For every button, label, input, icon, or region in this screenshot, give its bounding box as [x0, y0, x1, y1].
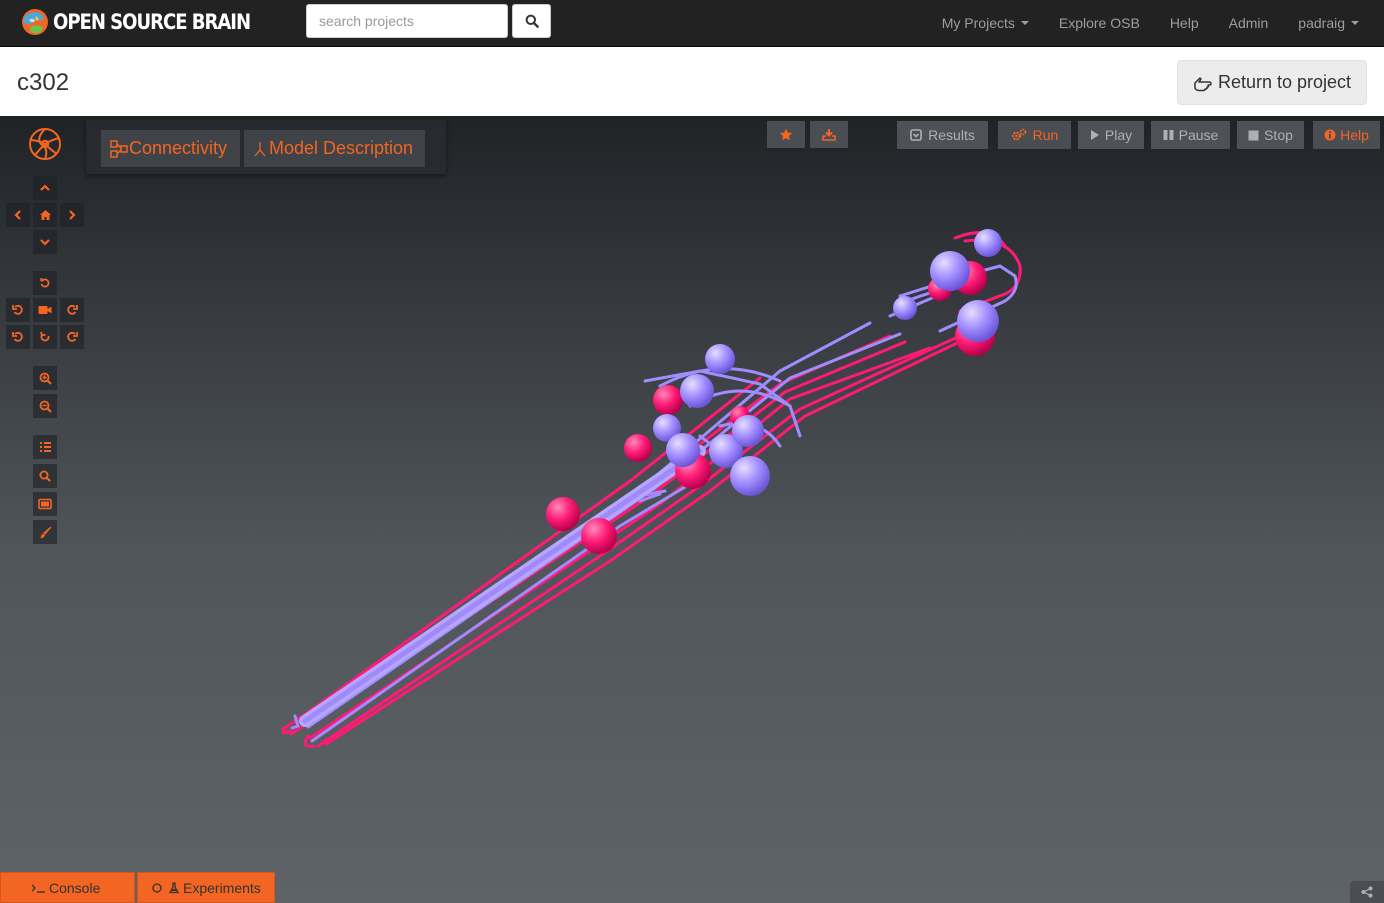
favorite-button[interactable] [767, 121, 805, 148]
cogs-icon [1011, 128, 1026, 141]
tutorial-button[interactable] [33, 492, 57, 516]
rotate-cw-icon [67, 304, 78, 315]
top-navbar: OPEN SOURCE BRAIN My Projects Explore OS… [0, 0, 1384, 47]
download-button[interactable] [810, 121, 848, 148]
help-button[interactable]: Help [1313, 121, 1380, 149]
search-icon [39, 470, 51, 482]
console-tab[interactable]: Console [0, 872, 135, 903]
rotate-icon [40, 278, 50, 288]
osb-logo-icon [29, 128, 61, 160]
inbox-icon [910, 129, 922, 141]
zoom-in-button[interactable] [33, 366, 57, 390]
stop-button[interactable]: Stop [1237, 121, 1304, 149]
stop-icon [1248, 130, 1259, 140]
hand-pointer-icon [1194, 76, 1212, 91]
camera-reset-button[interactable] [33, 298, 57, 322]
terminal-icon [31, 884, 45, 893]
book-icon [38, 498, 52, 510]
rotate-down-button[interactable] [33, 325, 57, 349]
run-button[interactable]: Run [998, 121, 1071, 149]
model-description-label: Model Description [269, 138, 414, 158]
nav-help[interactable]: Help [1155, 15, 1214, 31]
zoom-in-icon [39, 372, 52, 385]
pan-right-button[interactable] [60, 203, 84, 227]
roll-right-button[interactable] [60, 325, 84, 349]
list-icon [39, 442, 51, 452]
search-button[interactable] [512, 4, 551, 38]
paintbrush-icon [39, 526, 51, 538]
rotate-right-button[interactable] [60, 298, 84, 322]
zoom-out-icon [39, 400, 52, 413]
rotate-up-button[interactable] [33, 271, 57, 295]
nav-my-projects[interactable]: My Projects [927, 15, 1044, 31]
run-label: Run [1032, 127, 1059, 143]
help-label: Help [1340, 127, 1369, 143]
share-icon [1361, 886, 1373, 898]
pan-home-button[interactable] [33, 203, 57, 227]
brand[interactable]: OPEN SOURCE BRAIN [20, 6, 282, 38]
stop-label: Stop [1264, 127, 1293, 143]
pan-left-button[interactable] [6, 203, 30, 227]
connectivity-button[interactable]: Connectivity [101, 130, 240, 167]
chevron-left-icon [14, 210, 21, 220]
brand-text: OPEN SOURCE BRAIN [53, 10, 251, 34]
return-to-project-button[interactable]: Return to project [1177, 60, 1367, 105]
info-circle-icon [1324, 129, 1336, 141]
connectivity-icon [110, 139, 128, 158]
caret-down-icon [1020, 21, 1029, 25]
pan-down-button[interactable] [33, 230, 57, 254]
pause-button[interactable]: Pause [1151, 121, 1230, 149]
play-button[interactable]: Play [1078, 121, 1144, 149]
pause-label: Pause [1178, 127, 1219, 143]
play-label: Play [1104, 127, 1133, 143]
roll-left-button[interactable] [6, 325, 30, 349]
paint-button[interactable] [33, 520, 57, 544]
home-icon [39, 210, 51, 220]
brain-globe-logo-icon [22, 9, 48, 35]
viewer-tab-panel: Connectivity Model Description [86, 120, 446, 174]
nav-admin[interactable]: Admin [1214, 15, 1284, 31]
neuron-3d-scene[interactable] [0, 116, 1384, 903]
3d-viewer[interactable]: Connectivity Model Description Results R… [0, 116, 1384, 903]
page-title: c302 [17, 69, 70, 96]
console-label: Console [49, 879, 101, 896]
flask-icon [169, 881, 179, 893]
search-icon [525, 14, 539, 28]
video-camera-icon [38, 306, 52, 314]
rotate-ccw-icon [12, 331, 23, 342]
zoom-out-button[interactable] [33, 394, 57, 418]
page-header: c302 Return to project [0, 47, 1384, 116]
play-icon [1090, 130, 1099, 140]
chevron-right-icon [69, 210, 76, 220]
nav-links: My Projects Explore OSB Help Admin padra… [927, 0, 1374, 46]
list-button[interactable] [33, 435, 57, 459]
nav-user-menu[interactable]: padraig [1283, 15, 1374, 31]
chevron-down-icon [40, 239, 50, 246]
pan-up-button[interactable] [33, 176, 57, 200]
model-description-button[interactable]: Model Description [244, 130, 425, 167]
chevron-up-icon [40, 184, 50, 191]
connectivity-label: Connectivity [129, 138, 228, 158]
download-icon [822, 129, 836, 141]
experiments-label: Experiments [183, 879, 261, 896]
pause-icon [1163, 130, 1174, 140]
results-label: Results [928, 127, 975, 143]
caret-down-icon [1351, 21, 1359, 25]
search-button-viewer[interactable] [33, 464, 57, 488]
rotate-left-button[interactable] [6, 298, 30, 322]
nav-explore-osb[interactable]: Explore OSB [1044, 15, 1155, 31]
circle-status-icon [152, 882, 162, 893]
results-button[interactable]: Results [897, 121, 988, 149]
undo-icon [40, 331, 50, 342]
experiments-tab[interactable]: Experiments [137, 872, 275, 903]
share-button[interactable] [1350, 881, 1384, 903]
search-input[interactable] [306, 4, 508, 38]
rotate-ccw-icon [12, 304, 23, 315]
model-description-icon [254, 141, 266, 156]
star-icon [779, 128, 793, 141]
return-label: Return to project [1217, 72, 1352, 92]
rotate-cw-icon [67, 331, 78, 342]
